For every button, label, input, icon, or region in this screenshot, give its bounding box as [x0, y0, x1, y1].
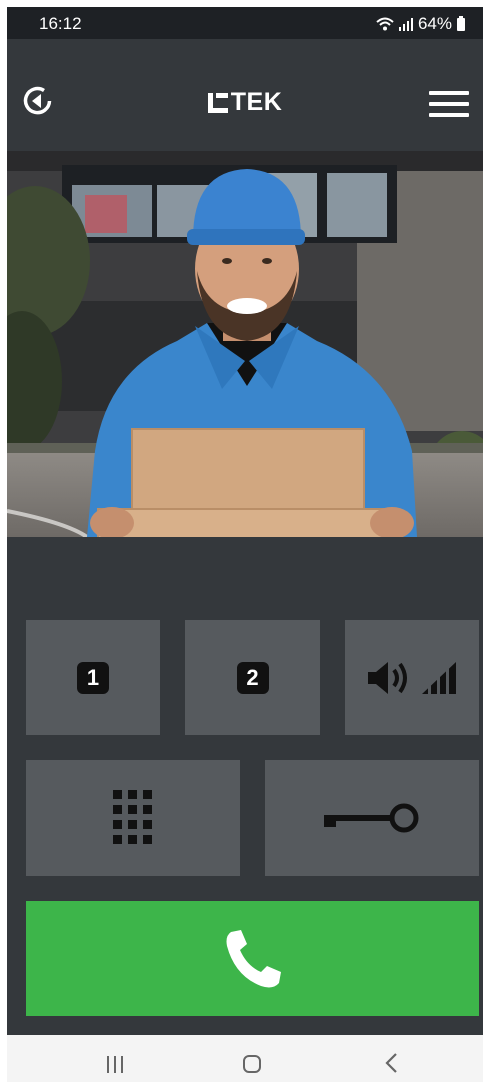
home-icon[interactable]: [243, 1055, 261, 1073]
signal-icon: [398, 17, 413, 31]
keypad-icon: [113, 790, 152, 844]
keypad-button[interactable]: [26, 760, 240, 876]
status-time: 16:12: [39, 14, 82, 33]
phone-screen: 16:12 64% TEK 1 2: [7, 7, 483, 1082]
video-feed: [7, 151, 483, 537]
door-key-icon: [324, 803, 419, 833]
logo-mark-icon: [207, 92, 228, 113]
volume-button[interactable]: [345, 620, 479, 735]
phone-handset-icon: [226, 929, 281, 987]
output-1-icon: 1: [77, 661, 109, 694]
nav-back-icon[interactable]: [384, 1052, 398, 1074]
status-indicators: 64%: [376, 14, 465, 34]
call-button[interactable]: [26, 901, 479, 1016]
door-open-button[interactable]: [265, 760, 479, 876]
video-image: [7, 151, 483, 537]
brand-name: TEK: [230, 88, 283, 116]
wifi-icon: [376, 17, 394, 31]
output-2-button[interactable]: 2: [185, 620, 320, 735]
volume-level-icon: [368, 661, 456, 694]
battery-icon: [457, 15, 465, 31]
app-logo: TEK: [7, 88, 483, 117]
recent-apps-icon[interactable]: [106, 1056, 124, 1073]
battery-percent: 64%: [417, 14, 452, 33]
status-bar: 16:12 64%: [7, 7, 483, 39]
hamburger-menu-icon[interactable]: [429, 91, 469, 117]
output-2-icon: 2: [236, 661, 269, 694]
output-1-button[interactable]: 1: [26, 620, 160, 735]
system-nav-bar: [7, 1035, 483, 1082]
app-header: TEK: [7, 39, 483, 151]
